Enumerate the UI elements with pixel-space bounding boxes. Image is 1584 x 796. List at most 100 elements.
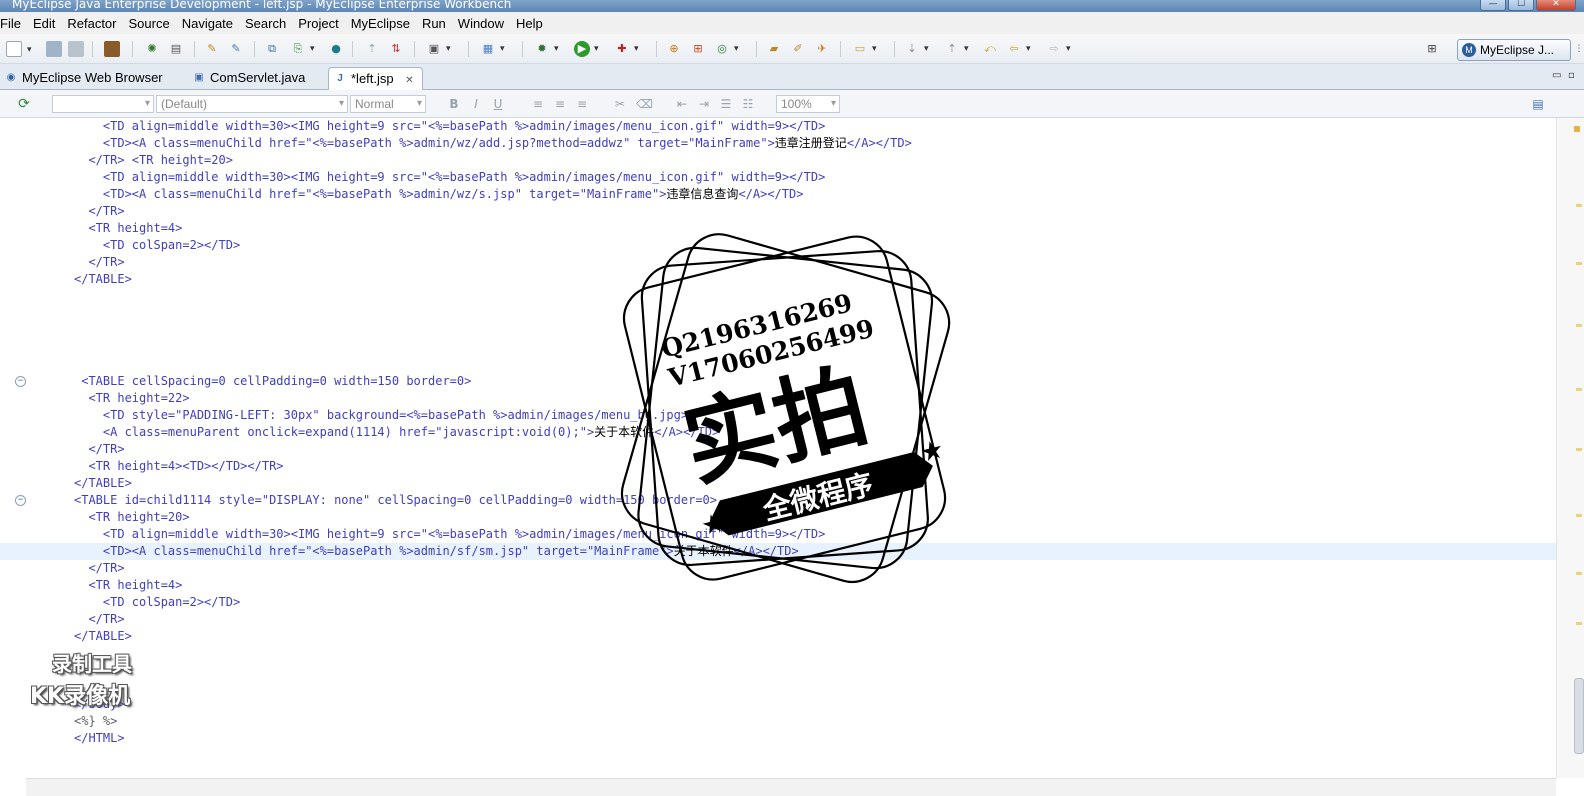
code-line[interactable]: <TR height=20>	[0, 509, 1556, 526]
overview-marker[interactable]	[1576, 622, 1582, 625]
tab-myeclipse-web-browser[interactable]: ◉ MyEclipse Web Browser	[0, 67, 171, 90]
vertical-scrollbar[interactable]	[1556, 118, 1584, 778]
menu-source[interactable]: Source	[123, 16, 176, 31]
maximize-button[interactable]: ☐	[1508, 0, 1534, 11]
code-line[interactable]: </body>	[0, 696, 1556, 713]
code-line[interactable]	[0, 662, 1556, 679]
code-line[interactable]: <TD align=middle width=30><IMG height=9 …	[0, 169, 1556, 186]
external-tools-icon[interactable]: ✚	[614, 41, 638, 57]
code-line[interactable]: </TABLE>	[0, 475, 1556, 492]
code-line[interactable]: </TABLE>	[0, 271, 1556, 288]
code-line[interactable]: <TD><A class=menuChild href="<%=basePath…	[0, 186, 1556, 203]
code-line[interactable]: <TD style="PADDING-LEFT: 30px" backgroun…	[0, 407, 1556, 424]
code-line[interactable]	[0, 288, 1556, 305]
fold-toggle-icon[interactable]: −	[15, 376, 26, 387]
refresh-icon[interactable]: ⇡	[364, 41, 380, 57]
code-line[interactable]: <TABLE id=child1114 style="DISPLAY: none…	[0, 492, 1556, 509]
hierarchy-icon[interactable]: ⧉	[264, 41, 280, 57]
menu-project[interactable]: Project	[292, 16, 344, 31]
globe-icon[interactable]: ●	[328, 41, 344, 57]
italic-button[interactable]: I	[468, 96, 484, 112]
code-line[interactable]: </TR>	[0, 611, 1556, 628]
design-view-icon[interactable]: ▤	[1530, 96, 1546, 112]
overview-marker[interactable]	[1576, 572, 1582, 575]
new-file-icon[interactable]	[6, 41, 32, 58]
indent-icon[interactable]: ⇥	[696, 96, 712, 112]
code-line[interactable]: <TD><A class=menuChild href="<%=basePath…	[0, 543, 1556, 560]
wizard-icon[interactable]: ✎	[204, 41, 220, 57]
tab-left-jsp[interactable]: J *left.jsp ✕	[328, 67, 423, 90]
deploy-icon[interactable]: ✎	[228, 41, 244, 57]
code-line[interactable]: <TR height=4>	[0, 220, 1556, 237]
menu-edit[interactable]: Edit	[27, 16, 61, 31]
code-line[interactable]: <A class=menuParent onclick=expand(1114)…	[0, 424, 1556, 441]
open-task-icon[interactable]: ✐	[790, 41, 806, 57]
next-annotation-icon[interactable]: ⇣	[904, 41, 928, 57]
form-icon[interactable]: ▦	[480, 41, 505, 57]
image-icon[interactable]: ▣	[426, 41, 451, 57]
overview-marker[interactable]	[1576, 448, 1582, 451]
code-line[interactable]: </TR>	[0, 254, 1556, 271]
numbered-list-icon[interactable]: ☰	[718, 96, 734, 112]
forward-icon[interactable]: ⇨	[1046, 41, 1070, 57]
code-line[interactable]	[0, 679, 1556, 696]
align-left-icon[interactable]: ≡	[530, 96, 546, 112]
menu-window[interactable]: Window	[452, 16, 510, 31]
toolbar-overflow-icon[interactable]: ⋮	[1574, 41, 1584, 57]
menu-refactor[interactable]: Refactor	[61, 16, 122, 31]
paragraph-combo[interactable]	[52, 95, 154, 113]
code-line[interactable]: <TR height=22>	[0, 390, 1556, 407]
code-line[interactable]: <TD><A class=menuChild href="<%=basePath…	[0, 135, 1556, 152]
new-package-icon[interactable]: ⊞	[690, 41, 706, 57]
minimize-button[interactable]: —	[1480, 0, 1506, 11]
open-browser-icon[interactable]: ⇅	[388, 41, 404, 57]
tab-comservlet-java[interactable]: ▣ ComServlet.java	[188, 67, 313, 90]
sync-icon[interactable]: ⟳	[16, 96, 32, 112]
code-line[interactable]: <TD colSpan=2></TD>	[0, 237, 1556, 254]
print-icon[interactable]	[68, 41, 84, 57]
menu-file[interactable]: File	[0, 16, 27, 31]
code-line[interactable]: <TD align=middle width=30><IMG height=9 …	[0, 526, 1556, 543]
menu-search[interactable]: Search	[239, 16, 292, 31]
code-line[interactable]	[0, 356, 1556, 373]
underline-button[interactable]: U	[490, 96, 506, 112]
code-line[interactable]	[0, 322, 1556, 339]
font-combo[interactable]: (Default)	[156, 95, 348, 113]
warning-marker-icon[interactable]	[1574, 126, 1580, 132]
fold-toggle-icon[interactable]: −	[15, 495, 26, 506]
back-icon[interactable]: ⇦	[1006, 41, 1030, 57]
bold-button[interactable]: B	[446, 96, 462, 112]
close-tab-icon[interactable]: ✕	[405, 75, 413, 86]
align-right-icon[interactable]: ≡	[574, 96, 590, 112]
code-line[interactable]: <TABLE cellSpacing=0 cellPadding=0 width…	[0, 373, 1556, 390]
cut-format-icon[interactable]: ✂	[612, 96, 628, 112]
code-line[interactable]: <TR height=4>	[0, 577, 1556, 594]
maximize-editor-icon[interactable]: ▫	[1568, 70, 1575, 81]
menu-help[interactable]: Help	[510, 16, 549, 31]
open-perspective-icon[interactable]: ⊞	[1424, 41, 1440, 57]
code-line[interactable]: <%} %>	[0, 713, 1556, 730]
previous-annotation-icon[interactable]: ⇡	[944, 41, 968, 57]
folder-icon[interactable]: ▭	[852, 41, 877, 57]
last-edit-icon[interactable]: ⤺	[982, 41, 998, 57]
horizontal-scrollbar[interactable]	[26, 778, 1556, 796]
code-line[interactable]: </TABLE>	[0, 628, 1556, 645]
server-icon[interactable]: ▤	[168, 41, 184, 57]
style-combo[interactable]: Normal	[350, 95, 426, 113]
code-line[interactable]: <TD colSpan=2></TD>	[0, 594, 1556, 611]
overview-marker[interactable]	[1576, 388, 1582, 391]
build-icon[interactable]: ✺	[144, 41, 160, 57]
code-line[interactable]: </TR> <TR height=20>	[0, 152, 1556, 169]
overview-marker[interactable]	[1576, 204, 1582, 207]
new-class-icon[interactable]: ⊕	[666, 41, 682, 57]
code-line[interactable]	[0, 339, 1556, 356]
code-editor[interactable]: <TD align=middle width=30><IMG height=9 …	[0, 118, 1556, 778]
scrollbar-thumb[interactable]	[1574, 678, 1584, 754]
align-center-icon[interactable]: ≡	[552, 96, 568, 112]
run-icon[interactable]: ▶	[574, 41, 599, 57]
open-folder-icon[interactable]: ▰	[766, 41, 782, 57]
perspective-button[interactable]: M MyEclipse J...	[1457, 39, 1571, 61]
zoom-combo[interactable]: 100%	[776, 95, 840, 113]
outdent-icon[interactable]: ⇤	[674, 96, 690, 112]
overview-marker[interactable]	[1576, 514, 1582, 517]
